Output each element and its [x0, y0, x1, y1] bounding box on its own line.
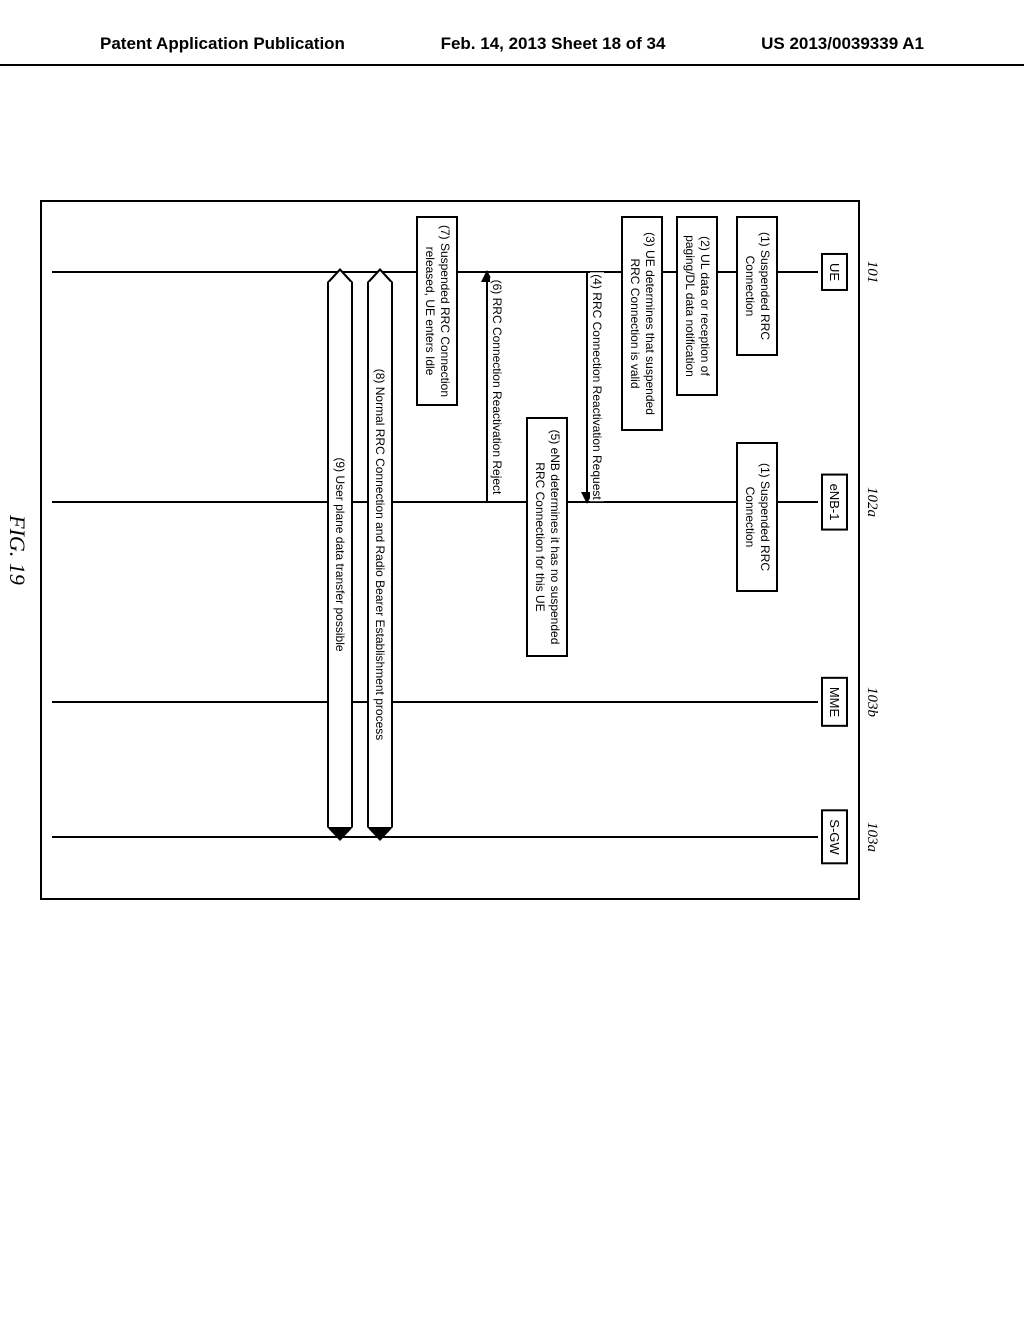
header-right: US 2013/0039339 A1: [761, 34, 924, 54]
step-3: (3) UE determines that suspended RRC Con…: [621, 216, 663, 431]
actor-id-enb: 102a: [863, 487, 880, 517]
header-center: Feb. 14, 2013 Sheet 18 of 34: [441, 34, 666, 54]
actor-box-ue: UE: [821, 253, 848, 291]
lifeline-sgw: [52, 836, 818, 838]
band-9-label: (9) User plane data transfer possible: [333, 457, 347, 651]
actor-id-mme: 103b: [863, 687, 880, 717]
step-7: (7) Suspended RRC Connection released, U…: [416, 216, 458, 406]
actor-id-ue: 101: [863, 261, 880, 284]
sequence-diagram: 101 102a 103b 103a UE eNB-1 MME S-GW (1)…: [40, 200, 860, 900]
band-8-label: (8) Normal RRC Connection and Radio Bear…: [373, 369, 387, 741]
step-5: (5) eNB determines it has no suspended R…: [526, 417, 568, 657]
step-1-enb: (1) Suspended RRC Connection: [736, 442, 778, 592]
actor-box-mme: MME: [821, 677, 848, 727]
msg6-label: (6) RRC Connection Reactivation Reject: [490, 278, 504, 497]
actor-id-sgw: 103a: [863, 822, 880, 852]
msg6-line: [486, 282, 488, 502]
actor-box-sgw: S-GW: [821, 809, 848, 864]
step-2: (2) UL data or reception of paging/DL da…: [676, 216, 718, 396]
actor-box-enb: eNB-1: [821, 474, 848, 531]
header-left: Patent Application Publication: [100, 34, 345, 54]
step-1-ue: (1) Suspended RRC Connection: [736, 216, 778, 356]
band-9: (9) User plane data transfer possible: [327, 282, 353, 827]
msg4-label: (4) RRC Connection Reactivation Request: [590, 272, 604, 501]
msg4-line: [586, 272, 588, 492]
lifeline-enb: [52, 501, 818, 503]
diagram-frame: 101 102a 103b 103a UE eNB-1 MME S-GW (1)…: [40, 200, 860, 900]
figure-caption: FIG. 19: [4, 515, 30, 585]
lifeline-mme: [52, 701, 818, 703]
band-8: (8) Normal RRC Connection and Radio Bear…: [367, 282, 393, 827]
page-header: Patent Application Publication Feb. 14, …: [0, 34, 1024, 66]
page: Patent Application Publication Feb. 14, …: [0, 0, 1024, 1320]
